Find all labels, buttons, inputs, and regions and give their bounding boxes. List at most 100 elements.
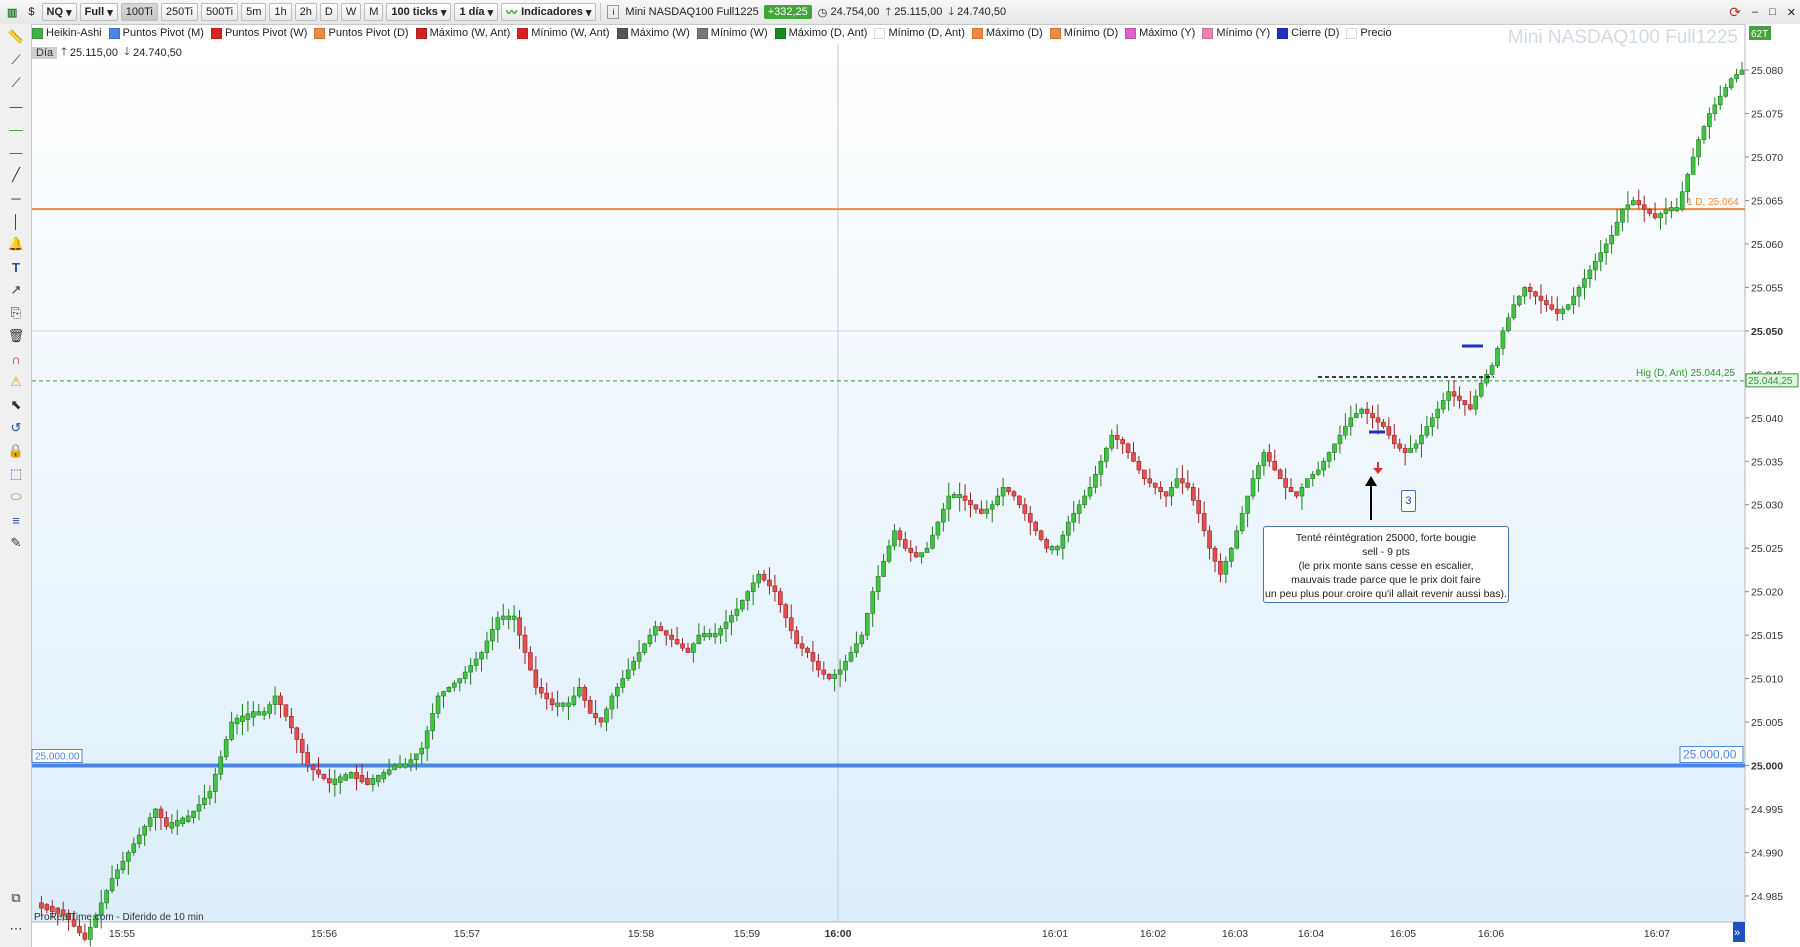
candle-body	[1147, 478, 1153, 484]
candle-body	[1022, 504, 1028, 514]
legend-item[interactable]: Máximo (W)	[616, 27, 690, 39]
candle-body	[251, 711, 256, 718]
candle-body	[218, 756, 224, 775]
legend-item[interactable]: Máximo (D)	[971, 27, 1043, 39]
candle-body	[234, 717, 240, 725]
annotation-line: mauvais trade parce que le prix doit fai…	[1291, 574, 1481, 586]
candle-body	[821, 669, 827, 675]
candle-body	[1038, 530, 1044, 540]
day-low-arrow-icon: 🡓	[124, 46, 130, 58]
candle-body	[115, 869, 120, 879]
legend-item[interactable]: Puntos Pivot (W)	[210, 27, 307, 39]
legend-item[interactable]: Heikin-Ashi	[32, 27, 102, 39]
candle-body	[261, 711, 267, 716]
candle-body	[571, 695, 577, 705]
candle-body	[452, 682, 457, 688]
candle-body	[1663, 208, 1669, 214]
candle-body	[761, 573, 767, 581]
candle-body	[1631, 200, 1636, 206]
y-tick-label: 25.055	[1751, 282, 1783, 294]
candle-body	[49, 906, 55, 912]
candle-body	[327, 778, 332, 784]
candle-body	[984, 508, 990, 514]
candle-body	[566, 702, 571, 707]
legend-item[interactable]: Mínimo (D, Ant)	[874, 27, 965, 39]
candle-body	[1500, 330, 1506, 349]
price-chart[interactable]: 24.985 24.990 24.995 25.000 25.005 25.010 25.0…	[0, 0, 1800, 947]
candle-body	[109, 878, 115, 892]
candle-body	[1516, 295, 1522, 306]
legend-item[interactable]: Máximo (D, Ant)	[774, 27, 867, 39]
legend-item[interactable]: Puntos Pivot (D)	[314, 27, 409, 39]
candle-body	[1614, 221, 1620, 236]
candle-body	[82, 932, 88, 940]
candle-body	[1522, 287, 1527, 297]
candle-body	[1381, 421, 1386, 427]
candle-body	[1294, 491, 1299, 497]
candle-body	[1419, 434, 1424, 445]
trade-number-badge[interactable]: 3	[1401, 490, 1416, 512]
candle-body	[995, 495, 1000, 506]
candle-body	[272, 695, 278, 705]
candle-body	[223, 739, 229, 758]
legend-swatch	[971, 27, 983, 39]
legend-label: Heikin-Ashi	[46, 27, 102, 39]
day-low: 24.740,50	[132, 46, 182, 59]
candle-body	[1087, 487, 1093, 497]
y-tick-label: 25.065	[1751, 195, 1783, 207]
candle-body	[1669, 207, 1674, 212]
candle-body	[316, 769, 321, 775]
legend-item[interactable]: Cierre (D)	[1277, 27, 1339, 39]
candle-body	[1201, 513, 1207, 532]
candle-body	[1256, 465, 1261, 479]
x-tick-label: 16:07	[1644, 928, 1670, 940]
candle-body	[897, 530, 903, 540]
candle-body	[587, 700, 593, 714]
legend-item[interactable]: Mínimo (Y)	[1202, 27, 1270, 39]
x-tick-label: 16:05	[1390, 928, 1416, 940]
candle-body	[1098, 460, 1104, 475]
candle-body	[805, 647, 810, 653]
candle-body	[647, 634, 653, 645]
candle-body	[1343, 426, 1348, 436]
candle-body	[1641, 204, 1647, 210]
candle-body	[1283, 478, 1288, 488]
candle-body	[924, 547, 930, 553]
candle-body	[1560, 308, 1566, 314]
candle-body	[1332, 443, 1337, 453]
candle-body	[1582, 278, 1587, 288]
candle-body	[740, 600, 745, 610]
candle-body	[794, 630, 799, 645]
legend-item[interactable]: Máximo (W, Ant)	[415, 27, 510, 39]
max-d-ant-label: Hig (D, Ant) 25.044,25	[1636, 368, 1735, 379]
candle-body	[39, 902, 44, 909]
candle-body	[1250, 478, 1256, 497]
legend-item[interactable]: Mínimo (D)	[1049, 27, 1118, 39]
candle-body	[164, 817, 169, 827]
candle-body	[685, 647, 691, 653]
legend-swatch	[210, 27, 222, 39]
candle-body	[294, 727, 300, 740]
candle-body	[875, 576, 881, 592]
candle-body	[707, 633, 713, 638]
candle-body	[615, 686, 620, 697]
y-tick-label: 25.010	[1751, 674, 1783, 686]
candle-body	[631, 660, 636, 671]
candle-body	[663, 630, 669, 636]
candle-body	[1565, 304, 1571, 310]
legend-item[interactable]: Máximo (Y)	[1125, 27, 1195, 39]
x-tick-label: 15:56	[311, 928, 337, 940]
legend-item[interactable]: Precio	[1346, 27, 1392, 39]
candle-body	[951, 494, 957, 499]
legend-swatch	[108, 27, 120, 39]
candle-body	[788, 617, 794, 632]
candle-body	[1261, 452, 1267, 466]
legend-item[interactable]: Puntos Pivot (M)	[108, 27, 204, 39]
legend-item[interactable]: Mínimo (W, Ant)	[517, 27, 610, 39]
legend-swatch	[696, 27, 708, 39]
candle-body	[196, 804, 202, 812]
candle-body	[691, 643, 696, 653]
legend-item[interactable]: Mínimo (W)	[696, 27, 768, 39]
trade-annotation[interactable]: Tenté réintégration 25000, forte bougie …	[1263, 526, 1509, 603]
candle-body	[1288, 487, 1294, 492]
